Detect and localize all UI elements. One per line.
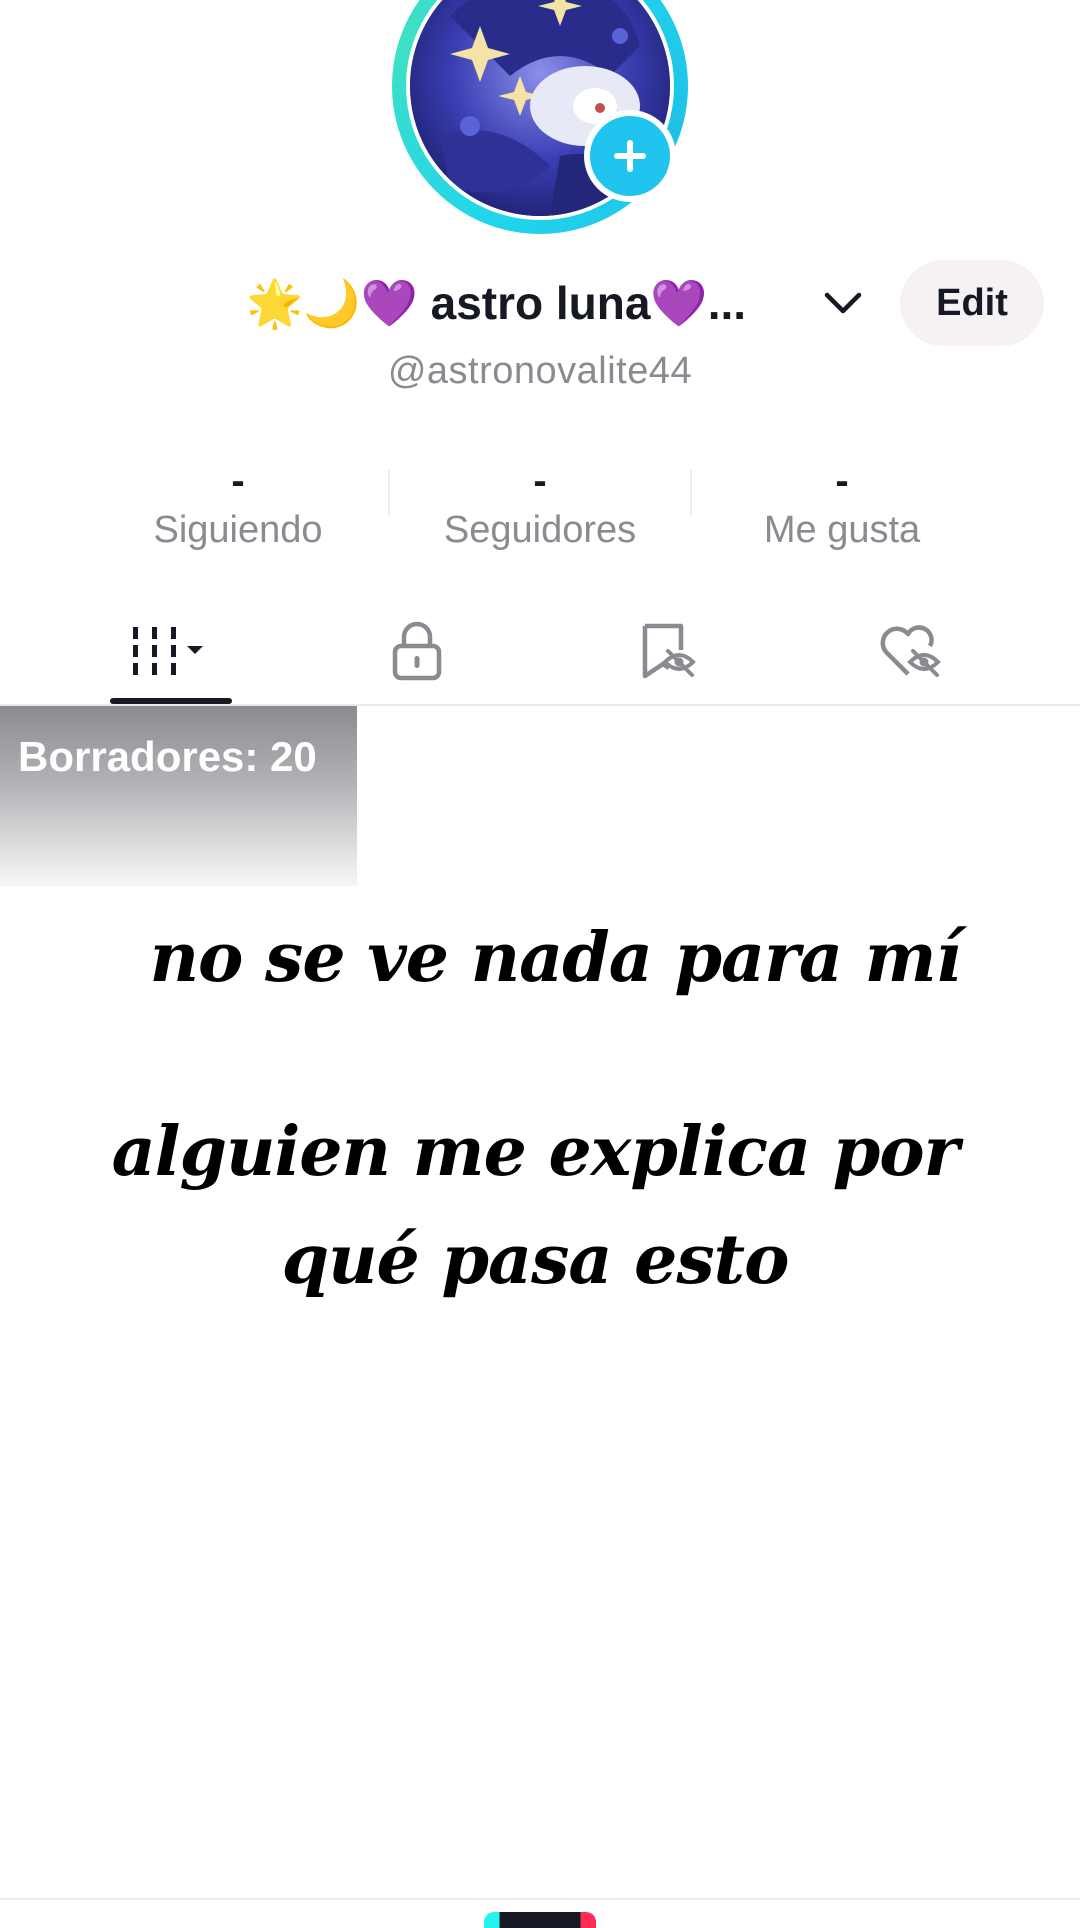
edit-profile-button[interactable]: Edit [900, 260, 1044, 346]
tab-private[interactable] [317, 598, 517, 704]
create-button[interactable] [484, 1912, 596, 1928]
tab-favorites[interactable] [568, 598, 768, 704]
stat-label: Seguidores [443, 509, 637, 551]
username: @astronovalite44 [387, 350, 693, 392]
profile-stats: - Siguiendo - Seguidores - Me gusta [0, 455, 1080, 565]
overlay-text-line-2: alguien me explica por qué pasa esto [111, 1112, 960, 1300]
active-tab-indicator [110, 698, 232, 704]
caret-down-icon [187, 646, 203, 654]
bottom-nav-divider [0, 1898, 1080, 1900]
liked-hidden-icon [880, 625, 941, 677]
overlay-text-line-1: no se ve nada para mí [149, 918, 962, 998]
stat-value: - [533, 459, 547, 503]
stat-value: - [835, 459, 849, 503]
stat-divider [388, 470, 390, 516]
drafts-tile[interactable]: Borradores: 20 [0, 706, 357, 886]
tab-liked[interactable] [811, 598, 1011, 704]
add-story-button[interactable] [584, 110, 676, 202]
plus-icon [614, 140, 646, 172]
stat-divider [690, 470, 692, 516]
stat-likes[interactable]: - Me gusta [692, 455, 992, 552]
lock-icon [392, 621, 442, 681]
drafts-label: Borradores: 20 [18, 733, 317, 780]
grid-icon [133, 627, 203, 675]
profile-avatar[interactable] [392, 0, 688, 234]
profile-tabs [0, 598, 1080, 706]
stat-label: Me gusta [763, 509, 921, 551]
stat-following[interactable]: - Siguiendo [88, 455, 388, 552]
stat-followers[interactable]: - Seguidores [390, 455, 690, 552]
stat-value: - [231, 459, 245, 503]
tab-videos[interactable] [71, 598, 271, 704]
bookmark-hidden-icon [642, 623, 696, 679]
display-name[interactable]: 🌟🌙💜 astro luna💜... [246, 268, 746, 338]
profile-name-row: 🌟🌙💜 astro luna💜... Edit [0, 260, 1080, 346]
chevron-down-icon[interactable] [822, 286, 864, 320]
stat-label: Siguiendo [153, 509, 323, 551]
